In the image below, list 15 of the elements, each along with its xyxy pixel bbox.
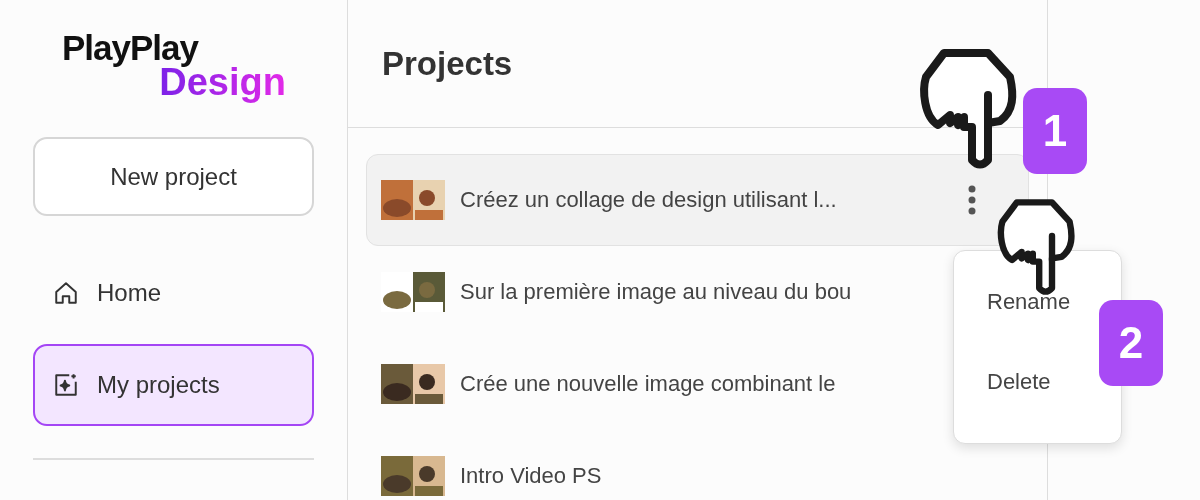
nav-item[interactable]: Home xyxy=(33,252,314,334)
project-row[interactable]: Crée une nouvelle image combinant le xyxy=(366,338,851,430)
more-options-icon[interactable] xyxy=(968,185,976,215)
page-title: Projects xyxy=(382,44,513,83)
home-icon xyxy=(53,280,79,306)
step-number: 1 xyxy=(1023,88,1087,174)
menu-item[interactable]: Delete xyxy=(987,369,1051,395)
new-project-button[interactable]: New project xyxy=(33,137,314,216)
nav-item[interactable]: My projects xyxy=(33,344,314,426)
step-number: 2 xyxy=(1099,300,1163,386)
sparkle-icon xyxy=(53,372,79,398)
project-row[interactable]: Sur la première image au niveau du bou xyxy=(366,246,867,338)
project-row[interactable]: Intro Video PS xyxy=(366,430,617,500)
project-row[interactable]: Créez un collage de design utilisant l... xyxy=(366,154,1029,246)
menu-item[interactable]: Rename xyxy=(987,289,1071,315)
